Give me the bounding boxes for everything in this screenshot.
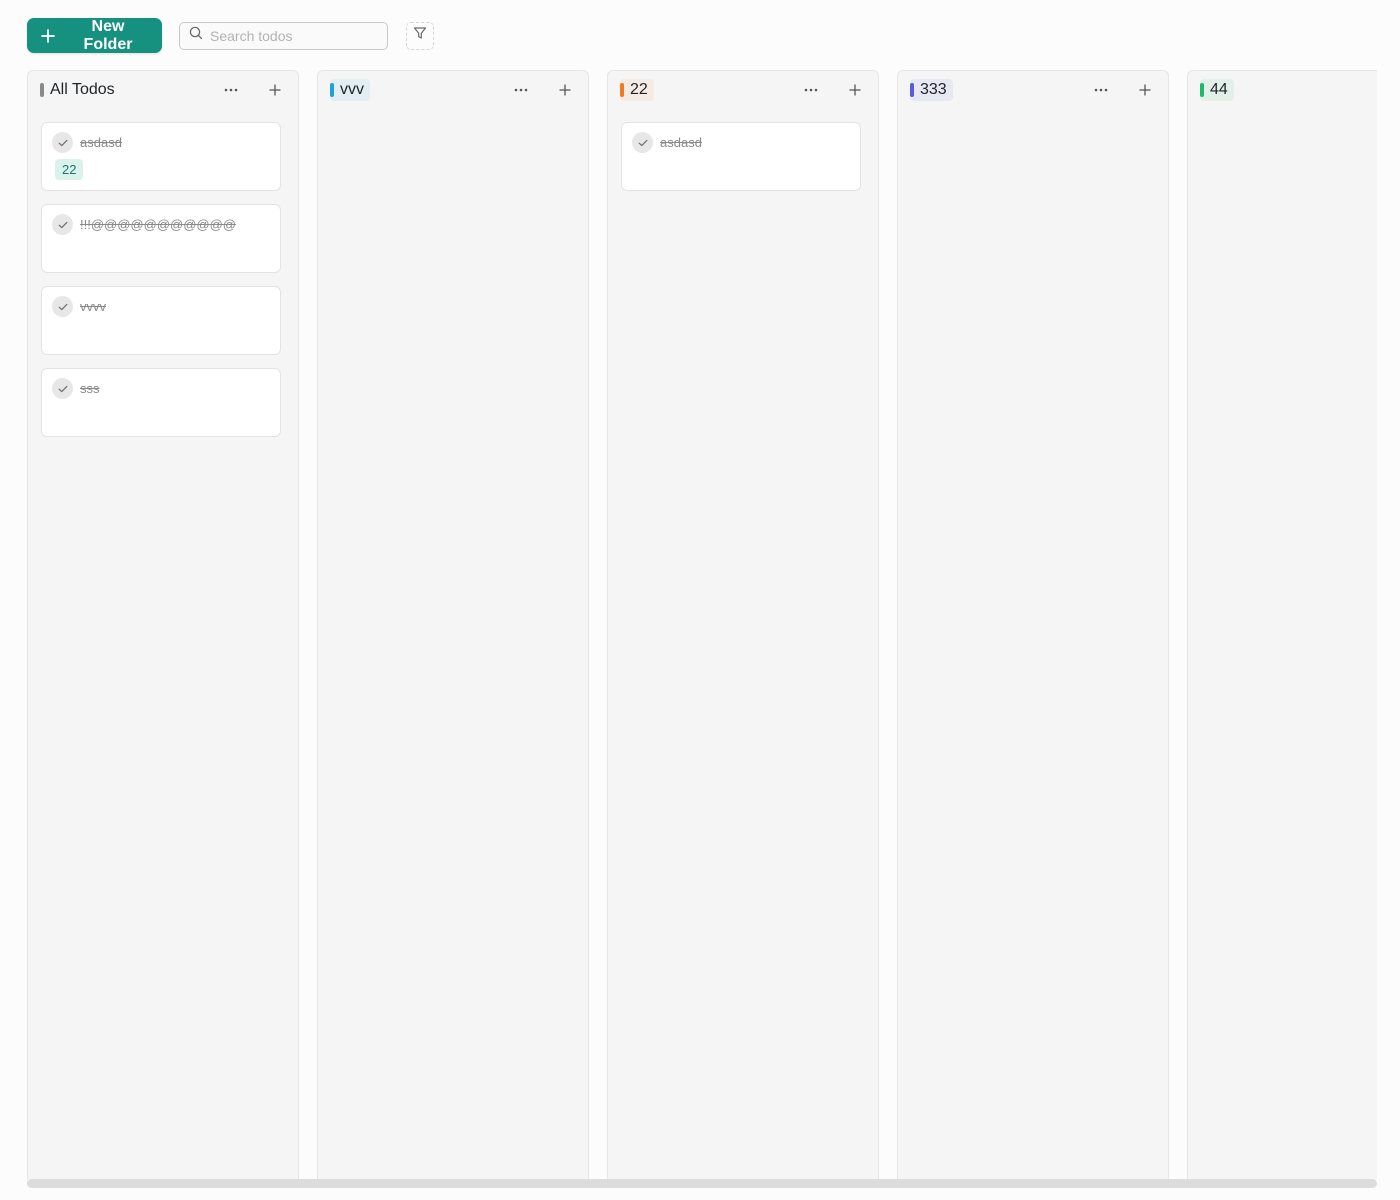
column-color-bar [330,83,334,97]
column-title[interactable]: All Todos [40,79,121,101]
column-color-bar [1200,83,1204,97]
column-actions [510,79,576,101]
todo-text: asdasd [80,135,122,150]
board: All Todos asdasd 22 !!!@@@@@@@@@@@ vvvv sss vv… [27,70,1377,1180]
column-name: vvv [340,81,364,98]
column-name: 44 [1210,81,1228,98]
column-actions [800,79,866,101]
todo-row: sss [52,378,270,399]
column-actions [220,79,286,101]
column-name: 22 [630,81,648,98]
new-folder-label: New Folder [83,17,133,53]
todo-text: sss [80,381,100,396]
check-icon[interactable] [52,378,73,399]
todo-row: asdasd [52,132,270,153]
new-folder-button[interactable]: New Folder [27,18,162,53]
filter-button[interactable] [406,21,434,50]
todo-card[interactable]: asdasd [621,122,861,191]
folder-column: All Todos asdasd 22 !!!@@@@@@@@@@@ vvvv sss [27,70,299,1180]
search-box[interactable] [179,21,388,50]
search-input[interactable] [210,27,380,44]
folder-column: 44 [1187,70,1377,1180]
check-icon[interactable] [52,296,73,317]
column-color-bar [910,83,914,97]
todo-card[interactable]: !!!@@@@@@@@@@@ [41,204,281,273]
more-options-icon[interactable] [1090,79,1112,101]
folder-tag: 22 [55,159,84,180]
todo-card[interactable]: sss [41,368,281,437]
column-color-bar [40,83,44,97]
column-title[interactable]: 44 [1200,79,1234,101]
more-options-icon[interactable] [510,79,532,101]
column-header: 333 [898,71,1168,109]
column-header: 44 [1188,71,1377,109]
todo-card[interactable]: vvvv [41,286,281,355]
todo-text: !!!@@@@@@@@@@@ [80,217,236,232]
todo-card[interactable]: asdasd 22 [41,122,281,191]
column-name: All Todos [50,81,115,98]
filter-icon [413,26,427,45]
column-title[interactable]: 333 [910,79,953,101]
check-icon[interactable] [52,214,73,235]
add-todo-icon[interactable] [844,79,866,101]
add-todo-icon[interactable] [264,79,286,101]
search-icon [189,26,203,45]
toolbar: New Folder [27,18,434,53]
add-todo-icon[interactable] [1134,79,1156,101]
todo-text: asdasd [660,135,702,150]
more-options-icon[interactable] [220,79,242,101]
column-color-bar [620,83,624,97]
more-options-icon[interactable] [800,79,822,101]
check-icon[interactable] [632,132,653,153]
column-title[interactable]: 22 [620,79,654,101]
column-actions [1090,79,1156,101]
check-icon[interactable] [52,132,73,153]
column-header: All Todos [28,71,298,109]
folder-column: 333 [897,70,1169,1180]
column-name: 333 [920,81,947,98]
folder-column: 22 asdasd [607,70,879,1180]
column-title[interactable]: vvv [330,79,370,101]
horizontal-scrollbar[interactable] [27,1179,1377,1188]
column-header: vvv [318,71,588,109]
folder-column: vvv [317,70,589,1180]
plus-icon [40,28,56,44]
column-header: 22 [608,71,878,109]
todo-row: asdasd [632,132,850,153]
todo-row: vvvv [52,296,270,317]
todo-text: vvvv [80,299,106,314]
todo-row: !!!@@@@@@@@@@@ [52,214,270,235]
add-todo-icon[interactable] [554,79,576,101]
